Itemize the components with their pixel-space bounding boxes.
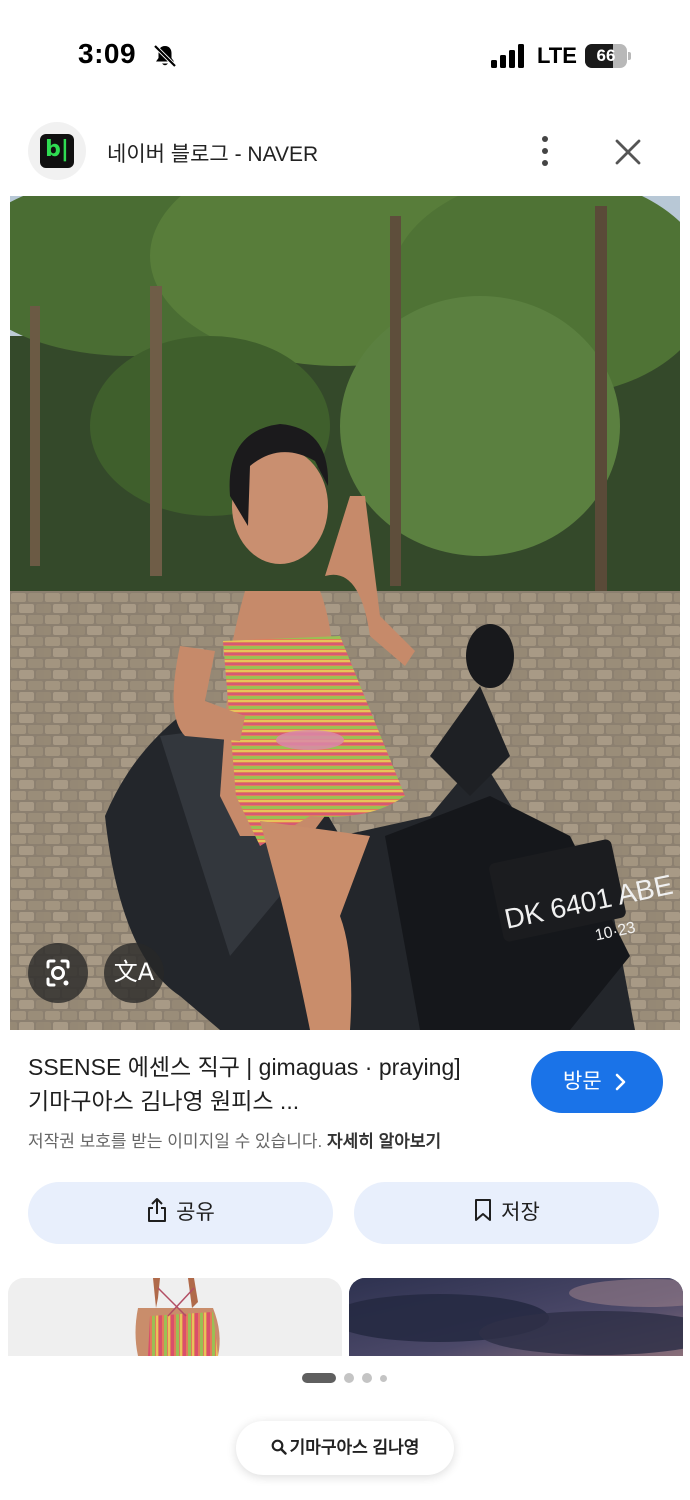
carousel-dot[interactable] bbox=[362, 1373, 372, 1383]
copyright-text: 저작권 보호를 받는 이미지일 수 있습니다. bbox=[28, 1132, 323, 1151]
close-icon[interactable] bbox=[610, 134, 646, 170]
translate-button[interactable]: 文A bbox=[104, 943, 164, 1003]
main-image[interactable]: DK 6401 ABE 10·23 bbox=[10, 196, 680, 1030]
copyright-notice: 저작권 보호를 받는 이미지일 수 있습니다. 자세히 알아보기 bbox=[28, 1127, 441, 1152]
photo-woman-on-scooter: DK 6401 ABE 10·23 bbox=[10, 196, 680, 1030]
viewer-header: b| 네이버 블로그 - NAVER bbox=[0, 118, 690, 188]
related-image-2[interactable] bbox=[349, 1278, 683, 1356]
chevron-right-icon bbox=[615, 1073, 626, 1091]
signal-icon bbox=[491, 44, 524, 68]
translate-icon: 文A bbox=[113, 958, 155, 986]
save-label: 저장 bbox=[501, 1201, 540, 1224]
related-image-1[interactable] bbox=[8, 1278, 342, 1356]
lens-icon bbox=[46, 959, 70, 987]
battery-icon: 66 bbox=[585, 44, 631, 68]
visit-label: 방문 bbox=[563, 1070, 602, 1093]
battery-level: 66 bbox=[596, 46, 616, 65]
share-button[interactable]: 공유 bbox=[28, 1182, 333, 1244]
search-icon bbox=[271, 1439, 287, 1455]
more-options-button[interactable] bbox=[528, 130, 562, 172]
learn-more-link[interactable]: 자세히 알아보기 bbox=[327, 1132, 441, 1151]
bookmark-icon bbox=[475, 1199, 492, 1222]
logo-text: b| bbox=[45, 137, 69, 162]
site-name[interactable]: 네이버 블로그 - NAVER bbox=[107, 138, 318, 168]
carousel-dot[interactable] bbox=[380, 1374, 387, 1382]
dress-thumbnail bbox=[8, 1278, 342, 1356]
share-icon bbox=[148, 1198, 167, 1223]
sky-thumbnail bbox=[349, 1278, 683, 1356]
result-title-line2: 기마구아스 김나영 원피스 ... bbox=[28, 1088, 300, 1114]
google-lens-button[interactable] bbox=[28, 943, 88, 1003]
network-type: LTE bbox=[537, 43, 577, 68]
status-time: 3:09 bbox=[78, 38, 137, 69]
status-bar: 3:09 LTE 66 bbox=[0, 0, 690, 110]
site-logo[interactable]: b| bbox=[28, 122, 86, 180]
result-title[interactable]: SSENSE 에센스 직구 | gimaguas · praying] 기마구아… bbox=[28, 1050, 508, 1118]
bell-muted-icon bbox=[153, 44, 177, 68]
carousel-dot[interactable] bbox=[302, 1373, 336, 1383]
visit-button[interactable]: 방문 bbox=[531, 1051, 663, 1113]
more-vertical-icon bbox=[542, 136, 548, 142]
search-chip-label: 기마구아스 김나영 bbox=[289, 1438, 420, 1457]
result-title-line1: SSENSE 에센스 직구 | gimaguas · praying] bbox=[28, 1054, 461, 1080]
carousel-dot[interactable] bbox=[344, 1373, 354, 1383]
search-chip[interactable]: 기마구아스 김나영 bbox=[236, 1421, 454, 1475]
save-button[interactable]: 저장 bbox=[354, 1182, 659, 1244]
share-label: 공유 bbox=[176, 1201, 215, 1224]
